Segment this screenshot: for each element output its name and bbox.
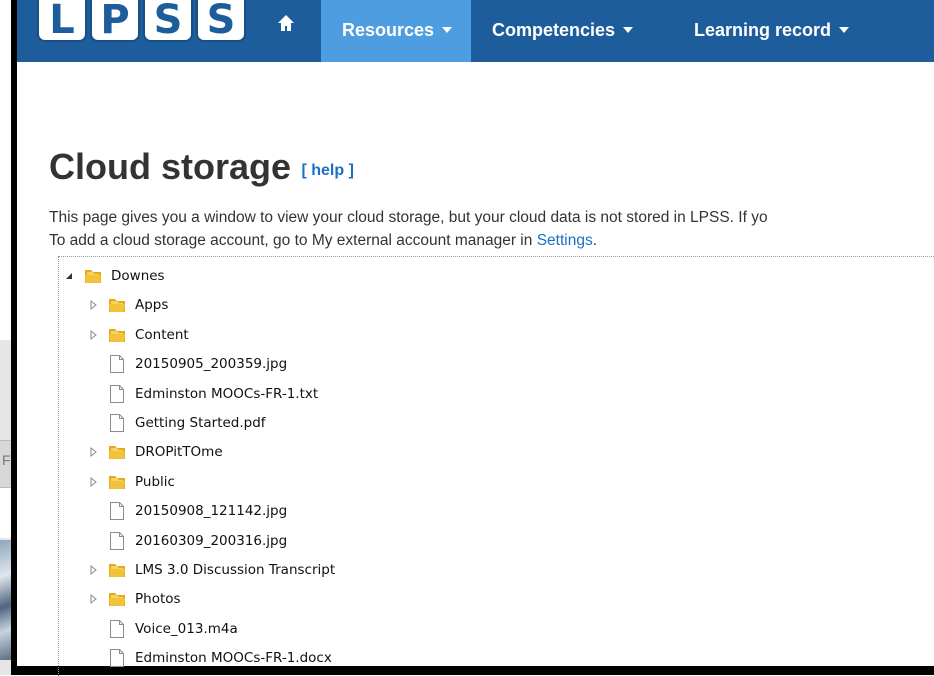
settings-instructions: To add a cloud storage account, go to My… bbox=[49, 232, 597, 250]
file-icon bbox=[107, 619, 127, 639]
nav-learning-record[interactable]: Learning record bbox=[694, 0, 850, 62]
file-icon bbox=[107, 501, 127, 521]
tree-folder-row[interactable]: DROPitTOme bbox=[87, 440, 223, 464]
collapsed-triangle-icon[interactable] bbox=[87, 299, 99, 311]
tree-folder-row[interactable]: Downes bbox=[63, 264, 165, 288]
caret-down-icon bbox=[442, 26, 453, 33]
file-icon bbox=[107, 648, 127, 668]
folder-icon bbox=[107, 295, 127, 315]
nav-competencies-label: Competencies bbox=[492, 20, 616, 40]
folder-name[interactable]: LMS 3.0 Discussion Transcript bbox=[135, 562, 335, 578]
top-navbar: L P S S Resources Competencies Learning … bbox=[17, 0, 934, 62]
folder-icon bbox=[107, 325, 127, 345]
tree-file-row[interactable]: Edminston MOOCs-FR-1.txt bbox=[87, 382, 318, 406]
file-name[interactable]: 20150908_121142.jpg bbox=[135, 503, 287, 519]
logo-letter: P bbox=[90, 0, 140, 42]
page-header: Cloud storage [ help ] bbox=[49, 146, 354, 188]
logo-letter: L bbox=[37, 0, 87, 42]
settings-link[interactable]: Settings bbox=[537, 232, 593, 249]
nav-resources-label: Resources bbox=[342, 20, 435, 40]
tree-folder-row[interactable]: Apps bbox=[87, 293, 168, 317]
tree-file-row[interactable]: Getting Started.pdf bbox=[87, 411, 266, 435]
file-icon bbox=[107, 413, 127, 433]
caret-down-icon bbox=[623, 26, 634, 33]
collapsed-triangle-icon[interactable] bbox=[87, 476, 99, 488]
collapsed-triangle-icon[interactable] bbox=[87, 564, 99, 576]
tree-folder-row[interactable]: Photos bbox=[87, 587, 181, 611]
tree-file-row[interactable]: Voice_013.m4a bbox=[87, 617, 238, 641]
background-area bbox=[0, 488, 11, 538]
folder-icon bbox=[107, 589, 127, 609]
tree-file-row[interactable]: Edminston MOOCs-FR-1.docx bbox=[87, 646, 332, 670]
background-photo bbox=[0, 540, 11, 660]
file-name[interactable]: Edminston MOOCs-FR-1.txt bbox=[135, 386, 318, 402]
home-icon[interactable] bbox=[275, 12, 297, 34]
collapsed-triangle-icon[interactable] bbox=[87, 593, 99, 605]
tree-file-row[interactable]: 20150905_200359.jpg bbox=[87, 352, 287, 376]
folder-icon bbox=[83, 266, 103, 286]
collapsed-triangle-icon[interactable] bbox=[87, 446, 99, 458]
file-icon bbox=[107, 354, 127, 374]
folder-name[interactable]: DROPitTOme bbox=[135, 444, 223, 460]
settings-instructions-end: . bbox=[592, 232, 598, 249]
page-title: Cloud storage bbox=[49, 146, 292, 187]
folder-icon bbox=[107, 442, 127, 462]
help-link[interactable]: [ help ] bbox=[301, 162, 353, 179]
nav-competencies[interactable]: Competencies bbox=[492, 0, 634, 62]
file-name[interactable]: 20160309_200316.jpg bbox=[135, 533, 287, 549]
background-window: F bbox=[0, 0, 11, 675]
lpss-logo[interactable]: L P S S bbox=[37, 0, 246, 44]
file-name[interactable]: Voice_013.m4a bbox=[135, 621, 238, 637]
tree-file-row[interactable]: 20160309_200316.jpg bbox=[87, 529, 287, 553]
file-name[interactable]: 20150905_200359.jpg bbox=[135, 356, 287, 372]
file-name[interactable]: Edminston MOOCs-FR-1.docx bbox=[135, 650, 332, 666]
tree-folder-row[interactable]: Public bbox=[87, 470, 175, 494]
tree-folder-row[interactable]: Content bbox=[87, 323, 189, 347]
file-icon bbox=[107, 531, 127, 551]
nav-learning-record-label: Learning record bbox=[694, 20, 832, 40]
caret-down-icon bbox=[839, 26, 850, 33]
collapsed-triangle-icon[interactable] bbox=[87, 329, 99, 341]
nav-resources[interactable]: Resources bbox=[321, 0, 471, 62]
folder-name[interactable]: Downes bbox=[111, 268, 165, 284]
page-description: This page gives you a window to view you… bbox=[49, 209, 768, 226]
file-name[interactable]: Getting Started.pdf bbox=[135, 415, 266, 431]
logo-letter: S bbox=[196, 0, 246, 42]
settings-instructions-text: To add a cloud storage account, go to My… bbox=[49, 232, 537, 249]
file-icon bbox=[107, 384, 127, 404]
folder-name[interactable]: Photos bbox=[135, 591, 181, 607]
tree-folder-row[interactable]: LMS 3.0 Discussion Transcript bbox=[87, 558, 335, 582]
folder-name[interactable]: Public bbox=[135, 474, 175, 490]
expanded-triangle-icon[interactable] bbox=[63, 270, 75, 282]
folder-icon bbox=[107, 560, 127, 580]
background-letter: F bbox=[2, 452, 11, 468]
screenshot-border-left bbox=[11, 0, 17, 675]
cloud-storage-tree: Downes Apps Content 20150905_200359.jpg Edmi… bbox=[58, 256, 934, 676]
folder-name[interactable]: Content bbox=[135, 327, 189, 343]
folder-name[interactable]: Apps bbox=[135, 297, 168, 313]
tree-file-row[interactable]: 20150908_121142.jpg bbox=[87, 499, 287, 523]
logo-letter: S bbox=[143, 0, 193, 42]
folder-icon bbox=[107, 472, 127, 492]
